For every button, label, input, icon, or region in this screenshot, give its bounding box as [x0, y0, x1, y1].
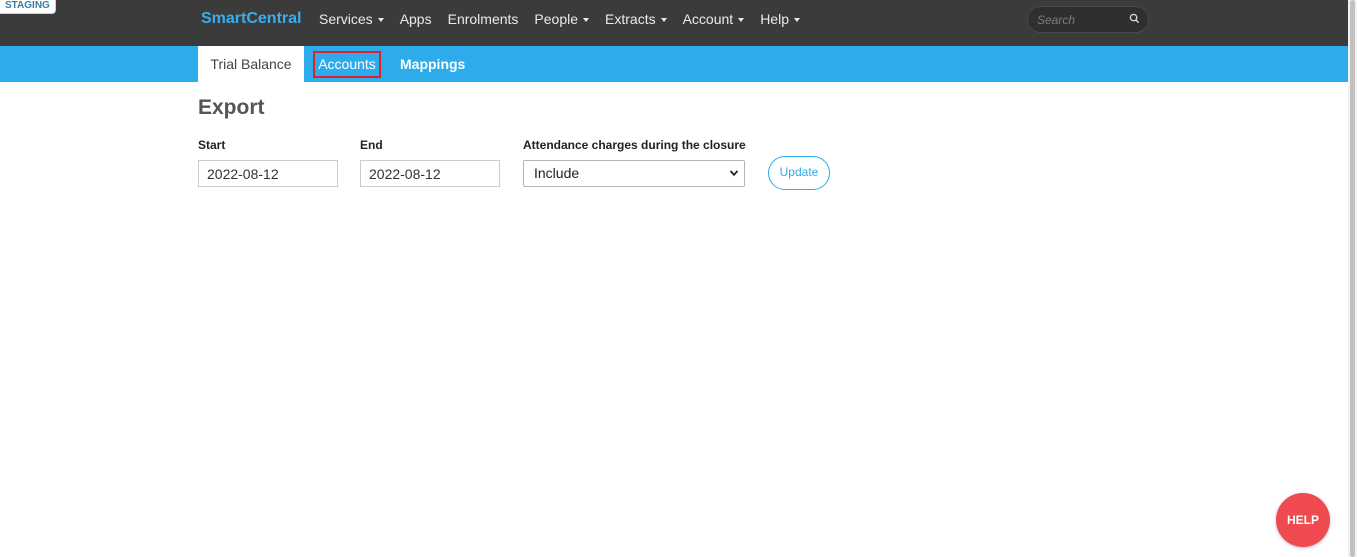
caret-down-icon: [377, 17, 384, 22]
caret-down-icon: [660, 17, 667, 22]
start-date-input[interactable]: [198, 160, 338, 187]
search-icon[interactable]: [1129, 13, 1140, 24]
caret-down-icon: [793, 17, 800, 22]
tab-trial-balance[interactable]: Trial Balance: [198, 46, 304, 82]
end-label: End: [360, 138, 383, 152]
menu-account[interactable]: Account: [683, 10, 745, 28]
menu-people-label: People: [534, 11, 579, 27]
menu-help[interactable]: Help: [760, 10, 800, 28]
brand-logo[interactable]: SmartCentral: [201, 10, 301, 28]
search-box: [1027, 6, 1149, 33]
scrollbar-thumb[interactable]: [1350, 0, 1355, 557]
menu-enrolments[interactable]: Enrolments: [448, 10, 519, 28]
tab-mappings[interactable]: Mappings: [400, 46, 465, 82]
help-button[interactable]: HELP: [1276, 493, 1330, 547]
menu-extracts[interactable]: Extracts: [605, 10, 667, 28]
tab-accounts[interactable]: Accounts: [313, 51, 381, 78]
search-input[interactable]: [1037, 11, 1127, 29]
main-menu: Services Apps Enrolments People Extracts…: [319, 10, 816, 28]
menu-account-label: Account: [682, 11, 734, 27]
chevron-down-icon: [729, 170, 739, 177]
menu-services-label: Services: [319, 11, 373, 27]
menu-extracts-label: Extracts: [605, 11, 656, 27]
menu-apps-label: Apps: [399, 11, 432, 27]
attendance-select[interactable]: Include: [523, 160, 745, 187]
end-date-input[interactable]: [360, 160, 500, 187]
menu-apps[interactable]: Apps: [400, 10, 432, 28]
menu-people[interactable]: People: [534, 10, 590, 28]
menu-help-label: Help: [760, 11, 789, 27]
sub-navbar: Trial Balance Accounts Mappings: [0, 46, 1348, 82]
page: SmartCentral Services Apps Enrolments Pe…: [0, 0, 1357, 557]
staging-badge: STAGING: [0, 0, 56, 14]
menu-enrolments-label: Enrolments: [447, 11, 519, 27]
top-navbar: SmartCentral Services Apps Enrolments Pe…: [0, 0, 1348, 46]
caret-down-icon: [738, 17, 745, 22]
update-button[interactable]: Update: [768, 156, 830, 190]
attendance-select-value: Include: [534, 165, 580, 181]
page-title: Export: [198, 96, 265, 119]
start-label: Start: [198, 138, 226, 152]
attendance-label: Attendance charges during the closure: [523, 138, 746, 152]
menu-services[interactable]: Services: [319, 10, 384, 28]
caret-down-icon: [583, 17, 590, 22]
